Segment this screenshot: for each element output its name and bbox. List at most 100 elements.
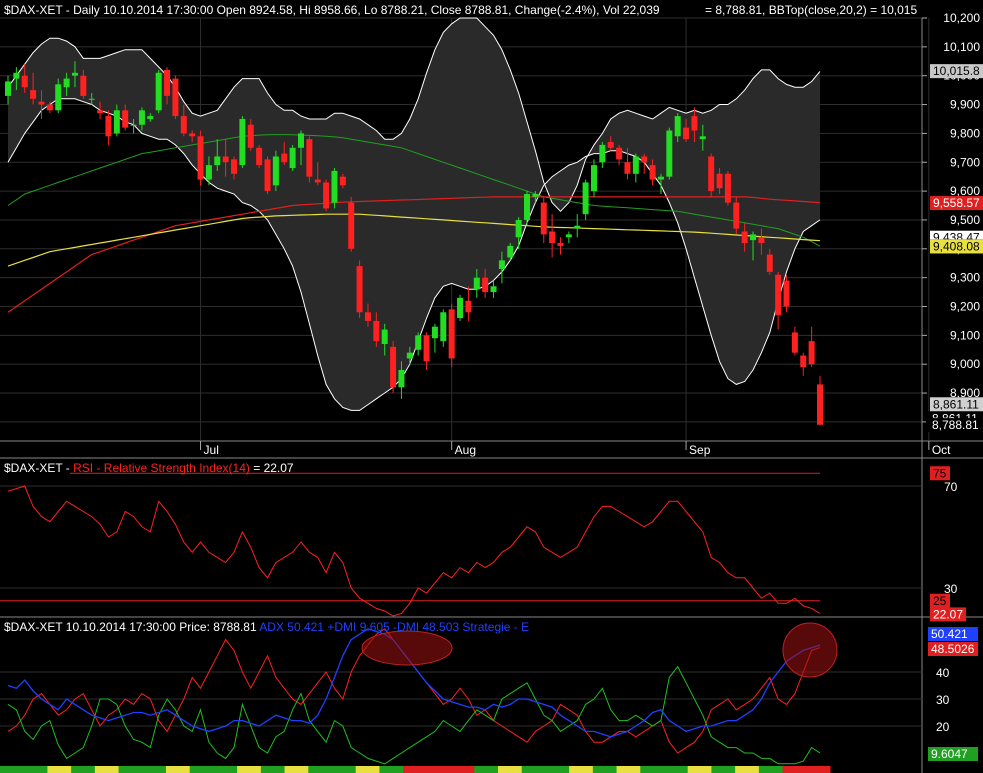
adx-tick-label: 20 bbox=[936, 720, 950, 734]
candle-body bbox=[440, 312, 447, 342]
candle-body bbox=[590, 165, 597, 192]
candle-body bbox=[683, 127, 690, 140]
strategy-strip-segment bbox=[735, 766, 760, 773]
strategy-strip-segment bbox=[47, 766, 72, 773]
candle-body bbox=[482, 277, 489, 293]
rsi-label: 22.07 bbox=[933, 607, 963, 621]
stock-chart[interactable]: Jul Aug Sep Oct 7030752522.07 40302050.4214… bbox=[0, 0, 983, 773]
candle-body bbox=[197, 136, 204, 180]
candle-body bbox=[565, 234, 572, 238]
candle-body bbox=[331, 170, 338, 203]
candle-body bbox=[515, 219, 522, 238]
candle-body bbox=[406, 352, 413, 359]
adx-value: ADX 50.421 bbox=[259, 620, 325, 634]
strategy-strip-segment bbox=[758, 766, 784, 773]
adx-panel-header: $DAX-XET 10.10.2014 17:30:00 Price: 8788… bbox=[4, 620, 529, 634]
strategy-strip-segment bbox=[521, 766, 546, 773]
highlight-circle bbox=[361, 630, 453, 666]
rsi-symbol: $DAX-XET - bbox=[4, 461, 74, 475]
candle-body bbox=[205, 165, 212, 180]
candle-body bbox=[180, 116, 187, 134]
candle-body bbox=[323, 182, 330, 209]
candle-body bbox=[674, 116, 681, 137]
candle-body bbox=[649, 165, 656, 180]
x-tick-label: Sep bbox=[689, 443, 711, 457]
candle-body bbox=[791, 332, 798, 353]
price-label: 8,788.81 bbox=[932, 418, 979, 432]
candle-body bbox=[231, 159, 238, 174]
candle-body bbox=[758, 237, 765, 244]
candle-body bbox=[448, 309, 455, 359]
x-tick-label: Jul bbox=[204, 443, 219, 457]
strategy-strip-segment bbox=[664, 766, 689, 773]
y-tick-label: 9,500 bbox=[950, 213, 980, 227]
strategy-strip-segment bbox=[426, 766, 452, 773]
y-tick-label: 9,900 bbox=[950, 98, 980, 112]
strategy-strip-segment bbox=[213, 766, 238, 773]
candle-body bbox=[540, 202, 547, 235]
candle-body bbox=[473, 277, 480, 290]
y-tick-label: 9,100 bbox=[950, 328, 980, 342]
candle-body bbox=[289, 147, 296, 169]
candle-body bbox=[666, 130, 673, 177]
price-panel-header: $DAX-XET - Daily 10.10.2014 17:30:00 Ope… bbox=[4, 3, 660, 17]
strategy-strip-segment bbox=[284, 766, 309, 773]
candle-body bbox=[741, 231, 748, 244]
strategy-label: Strategie - E bbox=[459, 620, 530, 634]
strategy-strip-segment bbox=[23, 766, 48, 773]
bbtop-readout: = 8,788.81, BBTop(close,20,2) = 10,015 bbox=[705, 3, 918, 17]
candle-body bbox=[63, 78, 70, 88]
strategy-strip-segment bbox=[94, 766, 120, 773]
candle-body bbox=[415, 335, 422, 350]
candle-body bbox=[5, 81, 11, 96]
adx-label: 9.6047 bbox=[931, 747, 968, 761]
strategy-strip-segment bbox=[569, 766, 594, 773]
candle-body bbox=[314, 179, 321, 183]
strategy-strip-segment bbox=[782, 766, 807, 773]
candle-body bbox=[97, 110, 104, 114]
candle-body bbox=[808, 341, 815, 365]
adx-tick-label: 30 bbox=[936, 693, 950, 707]
candle-body bbox=[465, 300, 472, 313]
candle-body bbox=[256, 147, 263, 166]
strategy-strip-segment bbox=[592, 766, 618, 773]
candle-body bbox=[708, 156, 715, 192]
strategy-strip-segment bbox=[332, 766, 357, 773]
strategy-strip-segment bbox=[711, 766, 736, 773]
candle-body bbox=[222, 156, 229, 163]
candle-body bbox=[155, 72, 162, 111]
candle-body bbox=[775, 274, 782, 316]
candle-body bbox=[490, 286, 497, 293]
candle-body bbox=[30, 90, 37, 99]
candle-body bbox=[582, 182, 589, 215]
adx-tick-label: 40 bbox=[936, 666, 950, 680]
candle-body bbox=[164, 69, 171, 96]
candle-body bbox=[38, 101, 45, 105]
strategy-strip-segment bbox=[806, 766, 831, 773]
candle-body bbox=[431, 326, 438, 339]
candle-body bbox=[281, 153, 288, 163]
candle-body bbox=[122, 110, 129, 128]
candle-body bbox=[783, 280, 790, 307]
candle-body bbox=[507, 245, 514, 258]
candle-body bbox=[657, 176, 664, 180]
candle-body bbox=[339, 176, 346, 186]
candle-body bbox=[105, 116, 112, 137]
price-label: 9,558.57 bbox=[933, 196, 980, 210]
candle-body bbox=[766, 254, 773, 272]
y-tick-label: 10,100 bbox=[943, 40, 980, 54]
rsi-tick-label: 70 bbox=[944, 480, 958, 494]
candle-body bbox=[549, 231, 556, 244]
candle-body bbox=[297, 133, 304, 148]
strategy-strip-segment bbox=[166, 766, 191, 773]
candle-body bbox=[616, 147, 623, 160]
candle-body bbox=[247, 124, 254, 148]
strategy-strip-segment bbox=[189, 766, 214, 773]
pdmi-value: +DMI 9.605 bbox=[324, 620, 390, 634]
candle-body bbox=[130, 124, 137, 126]
candle-body bbox=[716, 173, 723, 189]
strategy-strip-segment bbox=[687, 766, 712, 773]
candle-body bbox=[733, 202, 740, 229]
candle-body bbox=[691, 116, 698, 131]
strategy-strip-segment bbox=[355, 766, 380, 773]
